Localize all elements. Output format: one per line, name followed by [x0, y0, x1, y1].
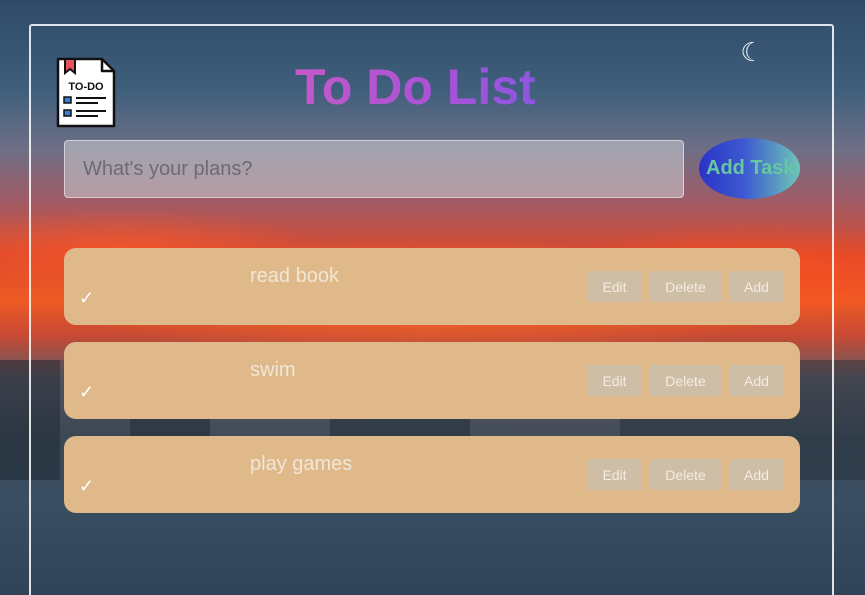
task-actions: Edit Delete Add [579, 271, 784, 302]
edit-button[interactable]: Edit [587, 365, 642, 396]
logo-text: TO-DO [68, 81, 104, 93]
check-icon[interactable]: ✓ [79, 476, 94, 496]
task-item: ✓ play games Edit Delete Add [64, 436, 800, 513]
task-actions: Edit Delete Add [579, 459, 784, 490]
task-list: ✓ read book Edit Delete Add ✓ swim Edit … [64, 248, 800, 530]
task-item: ✓ read book Edit Delete Add [64, 248, 800, 325]
delete-button[interactable]: Delete [650, 459, 721, 490]
add-button[interactable]: Add [729, 365, 784, 396]
add-button[interactable]: Add [729, 271, 784, 302]
edit-button[interactable]: Edit [587, 271, 642, 302]
add-button[interactable]: Add [729, 459, 784, 490]
page-title: To Do List [295, 55, 545, 119]
task-actions: Edit Delete Add [579, 365, 784, 396]
task-text: read book [250, 265, 339, 287]
task-text: swim [250, 359, 296, 381]
task-input[interactable] [64, 140, 684, 198]
task-item: ✓ swim Edit Delete Add [64, 342, 800, 419]
edit-button[interactable]: Edit [587, 459, 642, 490]
moon-icon[interactable]: ☾ [738, 38, 766, 66]
delete-button[interactable]: Delete [650, 271, 721, 302]
delete-button[interactable]: Delete [650, 365, 721, 396]
check-icon[interactable]: ✓ [79, 382, 94, 402]
add-task-button[interactable]: Add Task [699, 138, 800, 199]
todo-list-icon: TO-DO [56, 57, 116, 128]
task-text: play games [250, 453, 353, 475]
check-icon[interactable]: ✓ [79, 288, 94, 308]
